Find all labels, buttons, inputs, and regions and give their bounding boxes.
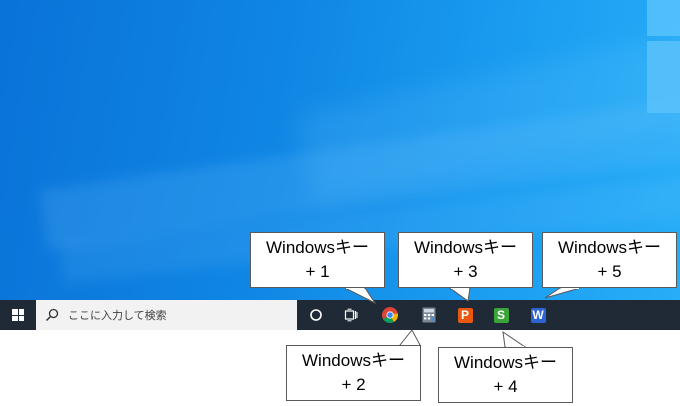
wps-spreadsheets-icon: S: [493, 307, 509, 323]
taskbar-app-calculator[interactable]: [414, 300, 444, 330]
cortana-circle-icon: [310, 309, 322, 321]
callout-line1: Windowsキー: [414, 238, 517, 257]
wallpaper-logo-pane: [647, 0, 680, 36]
taskbar-app-wps-writer[interactable]: W: [523, 300, 553, 330]
callout-shortcut-3: Windowsキー + 3: [398, 232, 533, 288]
windows-logo-icon: [12, 309, 24, 321]
callout-shortcut-4: Windowsキー + 4: [438, 347, 573, 403]
taskbar-app-chrome[interactable]: [375, 300, 405, 330]
callout-line1: Windowsキー: [454, 353, 557, 372]
callout-line1: Windowsキー: [558, 238, 661, 257]
callout-line1: Windowsキー: [302, 351, 405, 370]
wps-presentation-icon: P: [457, 307, 473, 323]
callout-line1: Windowsキー: [266, 238, 369, 257]
chrome-icon: [382, 307, 399, 323]
callout-line2: + 3: [453, 262, 478, 281]
taskbar-search-box[interactable]: ここに入力して検索: [36, 300, 297, 330]
callout-line2: + 2: [341, 375, 366, 394]
search-icon: [45, 308, 59, 322]
task-view-icon: [344, 308, 358, 322]
wallpaper-logo-pane: [647, 41, 680, 113]
callout-line2: + 4: [493, 377, 518, 396]
taskbar-app-wps-spreadsheets[interactable]: S: [486, 300, 516, 330]
search-placeholder: ここに入力して検索: [68, 310, 167, 322]
start-button[interactable]: [0, 300, 36, 330]
callout-line2: + 1: [305, 262, 330, 281]
callout-shortcut-1: Windowsキー + 1: [250, 232, 385, 288]
task-view-button[interactable]: [336, 300, 366, 330]
callout-line2: + 5: [597, 262, 622, 281]
wps-writer-icon: W: [530, 307, 546, 323]
taskbar-app-wps-presentation[interactable]: P: [450, 300, 480, 330]
callout-shortcut-5: Windowsキー + 5: [542, 232, 677, 288]
callout-shortcut-2: Windowsキー + 2: [286, 345, 421, 401]
taskbar: ここに入力して検索 P S W: [0, 300, 680, 330]
cortana-button[interactable]: [301, 300, 331, 330]
calculator-icon: [422, 307, 436, 323]
